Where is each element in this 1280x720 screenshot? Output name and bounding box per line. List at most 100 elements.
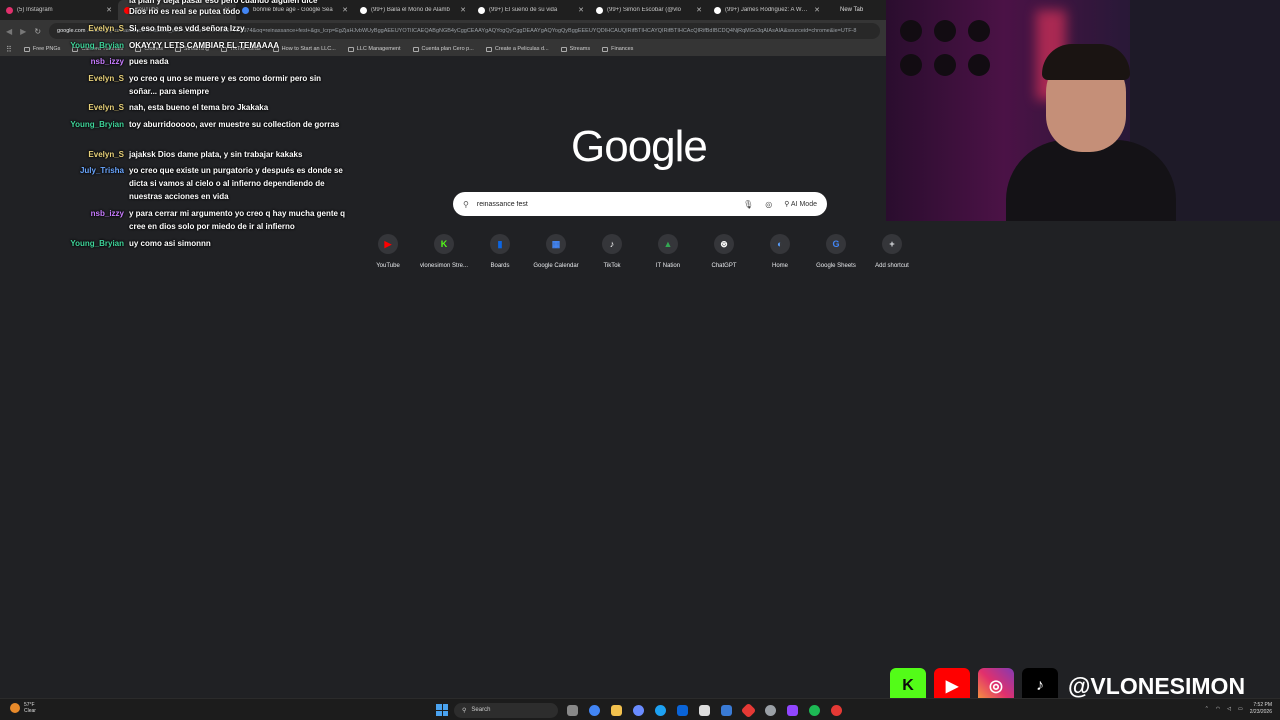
shortcut-label: IT Nation [655,263,681,269]
system-tray: ⌃ ◠ ◁ ▭ 7:52 PM 2/23/2026 [1205,702,1272,716]
chat-username: nsb_izzy [90,209,124,218]
tab-label: (99+) Simon Escobar (@vlo [607,7,681,13]
shortcut-tile[interactable]: G Google Sheets [808,234,864,269]
shortcut-icon: ▦ [546,234,566,254]
copilot-icon[interactable] [630,702,646,718]
tab[interactable]: (99+) Simon Escobar (@vlo ✕ [590,0,708,20]
taskbar-search-label: Search [471,707,491,713]
bookmark-item[interactable]: Free PNGs [23,46,60,52]
edge-icon[interactable] [652,702,668,718]
tab-label: (99+) El sueño de su vida [489,7,558,13]
shortcut-tile[interactable]: ▶ YouTube [360,234,416,269]
bookmark-item[interactable]: Streams [560,46,591,52]
shortcut-tile[interactable]: ▲ IT Nation [640,234,696,269]
notepad-icon[interactable] [696,702,712,718]
webcam-person-hair [1042,44,1130,80]
shortcut-icon: ♪ [602,234,622,254]
weather-widget[interactable]: 57°F Clear [10,702,36,714]
chat-text: uy como asi simonnn [129,239,211,248]
weather-icon [10,703,20,713]
back-icon[interactable]: ◀ [6,27,12,36]
bookmark-item[interactable]: Cuenta plan Cero p... [412,46,474,52]
shortcut-icon: G [826,234,846,254]
shortcut-tile[interactable]: + Add shortcut [864,234,920,269]
clock[interactable]: 7:52 PM 2/23/2026 [1250,702,1272,716]
app-gear-icon[interactable] [762,702,778,718]
social-handle: @VLONESIMON [1068,672,1246,699]
tab-favicon-icon [360,6,367,14]
taskbar-search[interactable]: ⚲ Search [454,702,558,718]
app-purple-icon[interactable] [784,702,800,718]
file-explorer-icon[interactable] [608,702,624,718]
lens-icon[interactable]: ◎ [765,200,772,209]
shortcut-icon: ◐ [770,234,790,254]
task-view-icon[interactable] [564,702,580,718]
bookmark-item[interactable]: Finances [602,46,633,52]
shortcut-tile[interactable]: ♪ TikTok [584,234,640,269]
bookmark-label: Streams [569,46,591,52]
shortcuts-grid: ▶ YouTube Kvlonesimon Stre... ▮ Boards ▦ Googl… [360,234,920,269]
shortcut-label: Google Calendar [533,263,579,269]
tab-favicon-icon [714,6,721,14]
chat-message: nsb_izzy pues nada [60,55,350,68]
tab[interactable]: (99+) El sueño de su vida ✕ [472,0,590,20]
wifi-icon[interactable]: ◠ [1216,706,1220,712]
battery-icon[interactable]: ▭ [1238,706,1243,712]
chat-message: Young_Bryian OKAYYY LETS CAMBIAR EL TEMAA… [60,39,350,52]
chat-message: Evelyn_S jajaksk Dios dame plata, y sin t… [60,148,350,161]
chat-username: Evelyn_S [88,103,124,112]
shortcut-label: TikTok [603,263,621,269]
chat-text: Si, eso tmb es vdd señora Izzy [129,24,245,33]
windows-taskbar: 57°F Clear ⚲ Search ⌃ ◠ ◁ ▭ 7:52 PM 2/23… [0,698,1280,720]
chat-message: Young_Bryian uy como asi simonnn [60,237,350,250]
tab-favicon-icon [6,6,13,14]
bookmark-folder-icon [412,46,419,52]
shortcut-tile[interactable]: ⊛ ChatGPT [696,234,752,269]
webcam-hat-collection [900,20,990,76]
new-tab-label[interactable]: New Tab [840,7,863,13]
tab-label: (99+) James Rodriguez: A World [725,7,811,13]
store-icon[interactable] [718,702,734,718]
app-record-icon[interactable] [828,702,844,718]
bookmark-item[interactable]: Create a Peliculas d... [485,46,549,52]
forward-icon[interactable]: ▶ [20,27,26,36]
shortcut-tile[interactable]: ▮ Boards [472,234,528,269]
chat-message: Dios no es real se putea todo [60,5,350,18]
bookmark-item[interactable]: LLC Management [347,46,401,52]
shortcut-label: vlonesimon Stre... [419,263,469,269]
shortcut-icon: K [434,234,454,254]
shortcut-tile[interactable]: ▦ Google Calendar [528,234,584,269]
webcam-feed [886,0,1280,221]
chrome-icon[interactable] [586,702,602,718]
tab[interactable]: (99+) Baila el Mono de Alamb ✕ [354,0,472,20]
chat-message: Young_Bryian toy aburridooooo, aver muest… [60,118,350,131]
search-tools: 🎙 ◎ ⚲ AI Mode [743,200,817,209]
tab-close-icon[interactable]: ✕ [814,6,820,14]
tray-chevron-icon[interactable]: ⌃ [1205,706,1209,712]
start-icon[interactable] [436,704,448,716]
tab-close-icon[interactable]: ✕ [696,6,702,14]
volume-icon[interactable]: ◁ [1227,706,1231,712]
shortcut-tile[interactable]: ◐ Home [752,234,808,269]
shortcut-tile[interactable]: Kvlonesimon Stre... [416,234,472,269]
microphone-icon[interactable]: 🎙 [743,200,753,209]
spotify-icon[interactable] [806,702,822,718]
tab[interactable]: (99+) James Rodriguez: A World ✕ [708,0,826,20]
app-red-icon[interactable] [740,702,756,718]
tab-close-icon[interactable]: ✕ [460,6,466,14]
chat-username: Evelyn_S [88,74,124,83]
search-input[interactable] [476,200,736,208]
bookmark-folder-icon [602,46,609,52]
chat-username: Evelyn_S [88,150,124,159]
reload-icon[interactable]: ↻ [34,27,41,36]
chat-text: nah, esta bueno el tema bro Jkakaka [129,103,269,112]
chat-text: jajaksk Dios dame plata, y sin trabajar … [129,150,303,159]
search-box[interactable]: ⚲ 🎙 ◎ ⚲ AI Mode [453,192,827,216]
outlook-icon[interactable] [674,702,690,718]
apps-icon[interactable]: ⠿ [6,45,12,54]
chat-text: OKAYYY LETS CAMBIAR EL TEMAAAA [129,41,280,50]
ai-mode-label: AI Mode [790,201,817,208]
chat-text: y para cerrar mi argumento yo creo q hay… [129,209,346,231]
ai-mode-button[interactable]: ⚲ AI Mode [784,200,817,208]
tab-close-icon[interactable]: ✕ [578,6,584,14]
